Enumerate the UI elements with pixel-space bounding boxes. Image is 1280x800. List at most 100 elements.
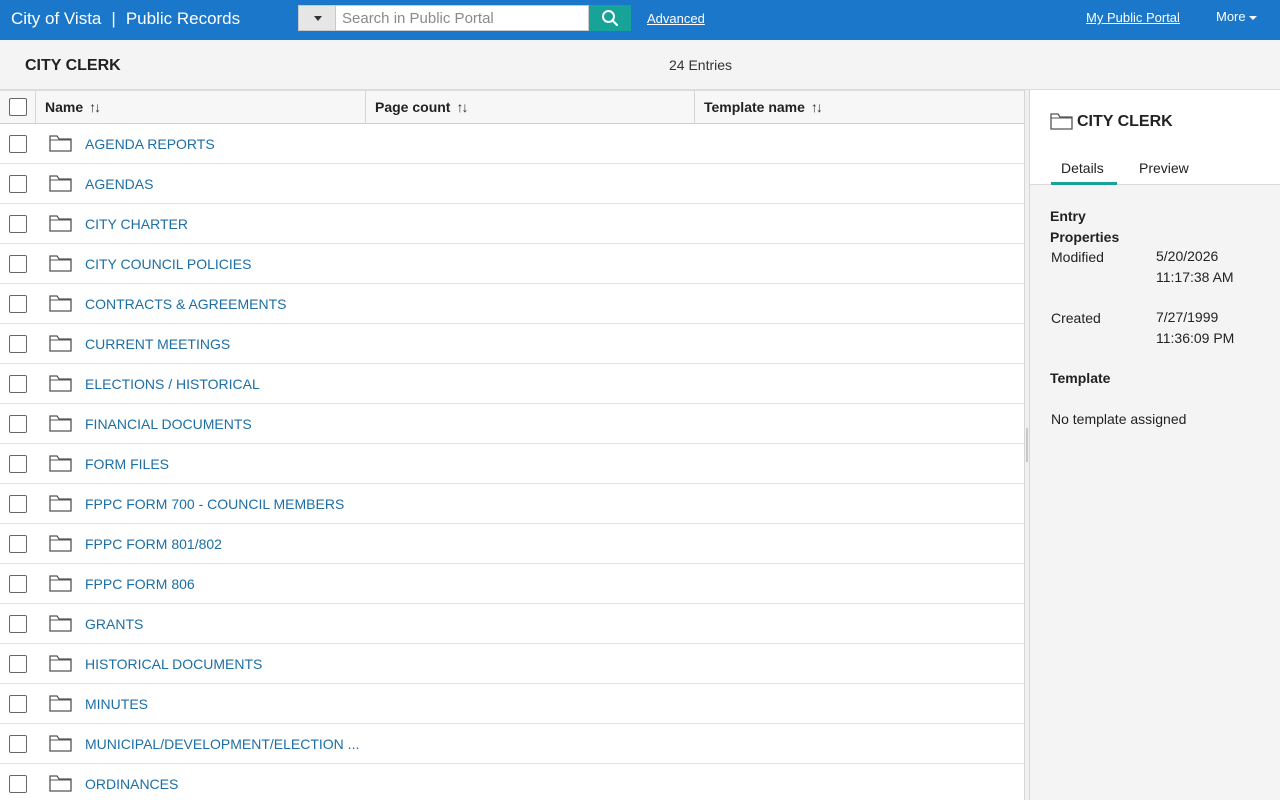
advanced-search-link[interactable]: Advanced bbox=[647, 11, 705, 26]
row-checkbox[interactable] bbox=[9, 735, 27, 753]
entry-name-link[interactable]: FINANCIAL DOCUMENTS bbox=[85, 416, 252, 432]
folder-icon bbox=[49, 655, 72, 672]
folder-icon bbox=[49, 295, 72, 312]
folder-icon bbox=[49, 575, 72, 592]
created-time: 11:36:09 PM bbox=[1156, 330, 1235, 346]
row-checkbox[interactable] bbox=[9, 175, 27, 193]
tab-details[interactable]: Details bbox=[1061, 160, 1104, 176]
sort-icon[interactable]: ↑↓ bbox=[456, 99, 468, 115]
row-checkbox[interactable] bbox=[9, 335, 27, 353]
brand[interactable]: City of Vista | Public Records bbox=[11, 9, 240, 29]
search-button[interactable] bbox=[589, 5, 631, 31]
table-row[interactable]: MINUTES bbox=[0, 684, 1024, 724]
row-checkbox[interactable] bbox=[9, 695, 27, 713]
entry-name-link[interactable]: FPPC FORM 700 - COUNCIL MEMBERS bbox=[85, 496, 344, 512]
column-header-name[interactable]: Name ↑↓ bbox=[35, 91, 365, 124]
entry-name-link[interactable]: FPPC FORM 806 bbox=[85, 576, 195, 592]
select-all-checkbox[interactable] bbox=[9, 98, 27, 116]
entry-name-link[interactable]: MINUTES bbox=[85, 696, 148, 712]
table-row[interactable]: AGENDA REPORTS bbox=[0, 124, 1024, 164]
brand-separator: | bbox=[111, 9, 116, 28]
caret-down-icon bbox=[1248, 15, 1257, 20]
entry-name-link[interactable]: GRANTS bbox=[85, 616, 143, 632]
entry-name-link[interactable]: CITY COUNCIL POLICIES bbox=[85, 256, 251, 272]
caret-down-icon bbox=[314, 16, 322, 21]
table-row[interactable]: FPPC FORM 801/802 bbox=[0, 524, 1024, 564]
entry-name-link[interactable]: FORM FILES bbox=[85, 456, 169, 472]
table-row[interactable]: CURRENT MEETINGS bbox=[0, 324, 1024, 364]
folder-icon bbox=[49, 695, 72, 712]
table-row[interactable]: ELECTIONS / HISTORICAL bbox=[0, 364, 1024, 404]
select-all-cell bbox=[0, 91, 35, 124]
row-checkbox[interactable] bbox=[9, 455, 27, 473]
table-row[interactable]: FINANCIAL DOCUMENTS bbox=[0, 404, 1024, 444]
row-checkbox[interactable] bbox=[9, 495, 27, 513]
table-header: Name ↑↓ Page count ↑↓ Template name ↑↓ bbox=[0, 90, 1024, 124]
column-header-page-count[interactable]: Page count ↑↓ bbox=[365, 91, 694, 124]
my-public-portal-link[interactable]: My Public Portal bbox=[1086, 10, 1180, 25]
folder-icon bbox=[49, 415, 72, 432]
entry-name-link[interactable]: FPPC FORM 801/802 bbox=[85, 536, 222, 552]
table-row[interactable]: AGENDAS bbox=[0, 164, 1024, 204]
table-row[interactable]: GRANTS bbox=[0, 604, 1024, 644]
splitter-grip-icon[interactable] bbox=[1026, 428, 1028, 462]
tab-preview[interactable]: Preview bbox=[1139, 160, 1189, 176]
row-checkbox[interactable] bbox=[9, 375, 27, 393]
table-row[interactable]: HISTORICAL DOCUMENTS bbox=[0, 644, 1024, 684]
entry-name-link[interactable]: CITY CHARTER bbox=[85, 216, 188, 232]
folder-icon bbox=[49, 255, 72, 272]
row-checkbox[interactable] bbox=[9, 415, 27, 433]
entry-name-link[interactable]: AGENDA REPORTS bbox=[85, 136, 215, 152]
row-checkbox[interactable] bbox=[9, 255, 27, 273]
row-checkbox[interactable] bbox=[9, 575, 27, 593]
table-row[interactable]: ORDINANCES bbox=[0, 764, 1024, 800]
table-row[interactable]: FPPC FORM 806 bbox=[0, 564, 1024, 604]
folder-title: CITY CLERK bbox=[25, 57, 121, 74]
template-heading: Template bbox=[1050, 370, 1111, 386]
sort-icon[interactable]: ↑↓ bbox=[811, 99, 823, 115]
row-checkbox[interactable] bbox=[9, 135, 27, 153]
entry-name-link[interactable]: HISTORICAL DOCUMENTS bbox=[85, 656, 262, 672]
column-header-template-name[interactable]: Template name ↑↓ bbox=[694, 91, 1024, 124]
entry-name-link[interactable]: MUNICIPAL/DEVELOPMENT/ELECTION ... bbox=[85, 736, 359, 752]
table-row[interactable]: FPPC FORM 700 - COUNCIL MEMBERS bbox=[0, 484, 1024, 524]
row-checkbox[interactable] bbox=[9, 295, 27, 313]
details-panel: CITY CLERK Details Preview Entry Propert… bbox=[1030, 90, 1280, 800]
entry-name-link[interactable]: ELECTIONS / HISTORICAL bbox=[85, 376, 260, 392]
table-row[interactable]: CONTRACTS & AGREEMENTS bbox=[0, 284, 1024, 324]
folder-header bbox=[0, 40, 1280, 90]
column-label: Template name bbox=[704, 99, 805, 115]
search-input[interactable] bbox=[335, 5, 589, 31]
more-menu[interactable]: More bbox=[1216, 9, 1257, 24]
modified-date: 5/20/2026 bbox=[1156, 248, 1219, 264]
entry-properties-heading: Entry bbox=[1050, 208, 1086, 224]
folder-icon bbox=[49, 135, 72, 152]
entry-properties-heading-line2: Properties bbox=[1050, 229, 1120, 245]
column-label: Name bbox=[45, 99, 84, 115]
folder-icon bbox=[1050, 113, 1073, 130]
section-name[interactable]: Public Records bbox=[126, 9, 240, 28]
template-value: No template assigned bbox=[1051, 411, 1187, 427]
folder-icon bbox=[49, 455, 72, 472]
entries-table: Name ↑↓ Page count ↑↓ Template name ↑↓ AGEN… bbox=[0, 90, 1024, 800]
table-row[interactable]: CITY CHARTER bbox=[0, 204, 1024, 244]
row-checkbox[interactable] bbox=[9, 535, 27, 553]
row-checkbox[interactable] bbox=[9, 775, 27, 793]
entry-name-link[interactable]: ORDINANCES bbox=[85, 776, 178, 792]
brand-name[interactable]: City of Vista bbox=[11, 9, 101, 28]
row-checkbox[interactable] bbox=[9, 615, 27, 633]
entry-name-link[interactable]: CURRENT MEETINGS bbox=[85, 336, 230, 352]
table-row[interactable]: MUNICIPAL/DEVELOPMENT/ELECTION ... bbox=[0, 724, 1024, 764]
search-icon bbox=[602, 10, 619, 27]
sort-icon[interactable]: ↑↓ bbox=[89, 99, 101, 115]
entry-name-link[interactable]: AGENDAS bbox=[85, 176, 153, 192]
table-row[interactable]: CITY COUNCIL POLICIES bbox=[0, 244, 1024, 284]
entry-name-link[interactable]: CONTRACTS & AGREEMENTS bbox=[85, 296, 286, 312]
table-row[interactable]: FORM FILES bbox=[0, 444, 1024, 484]
folder-icon bbox=[49, 335, 72, 352]
folder-icon bbox=[49, 215, 72, 232]
panel-title: CITY CLERK bbox=[1077, 113, 1173, 130]
row-checkbox[interactable] bbox=[9, 215, 27, 233]
row-checkbox[interactable] bbox=[9, 655, 27, 673]
search-scope-dropdown[interactable] bbox=[298, 5, 335, 31]
